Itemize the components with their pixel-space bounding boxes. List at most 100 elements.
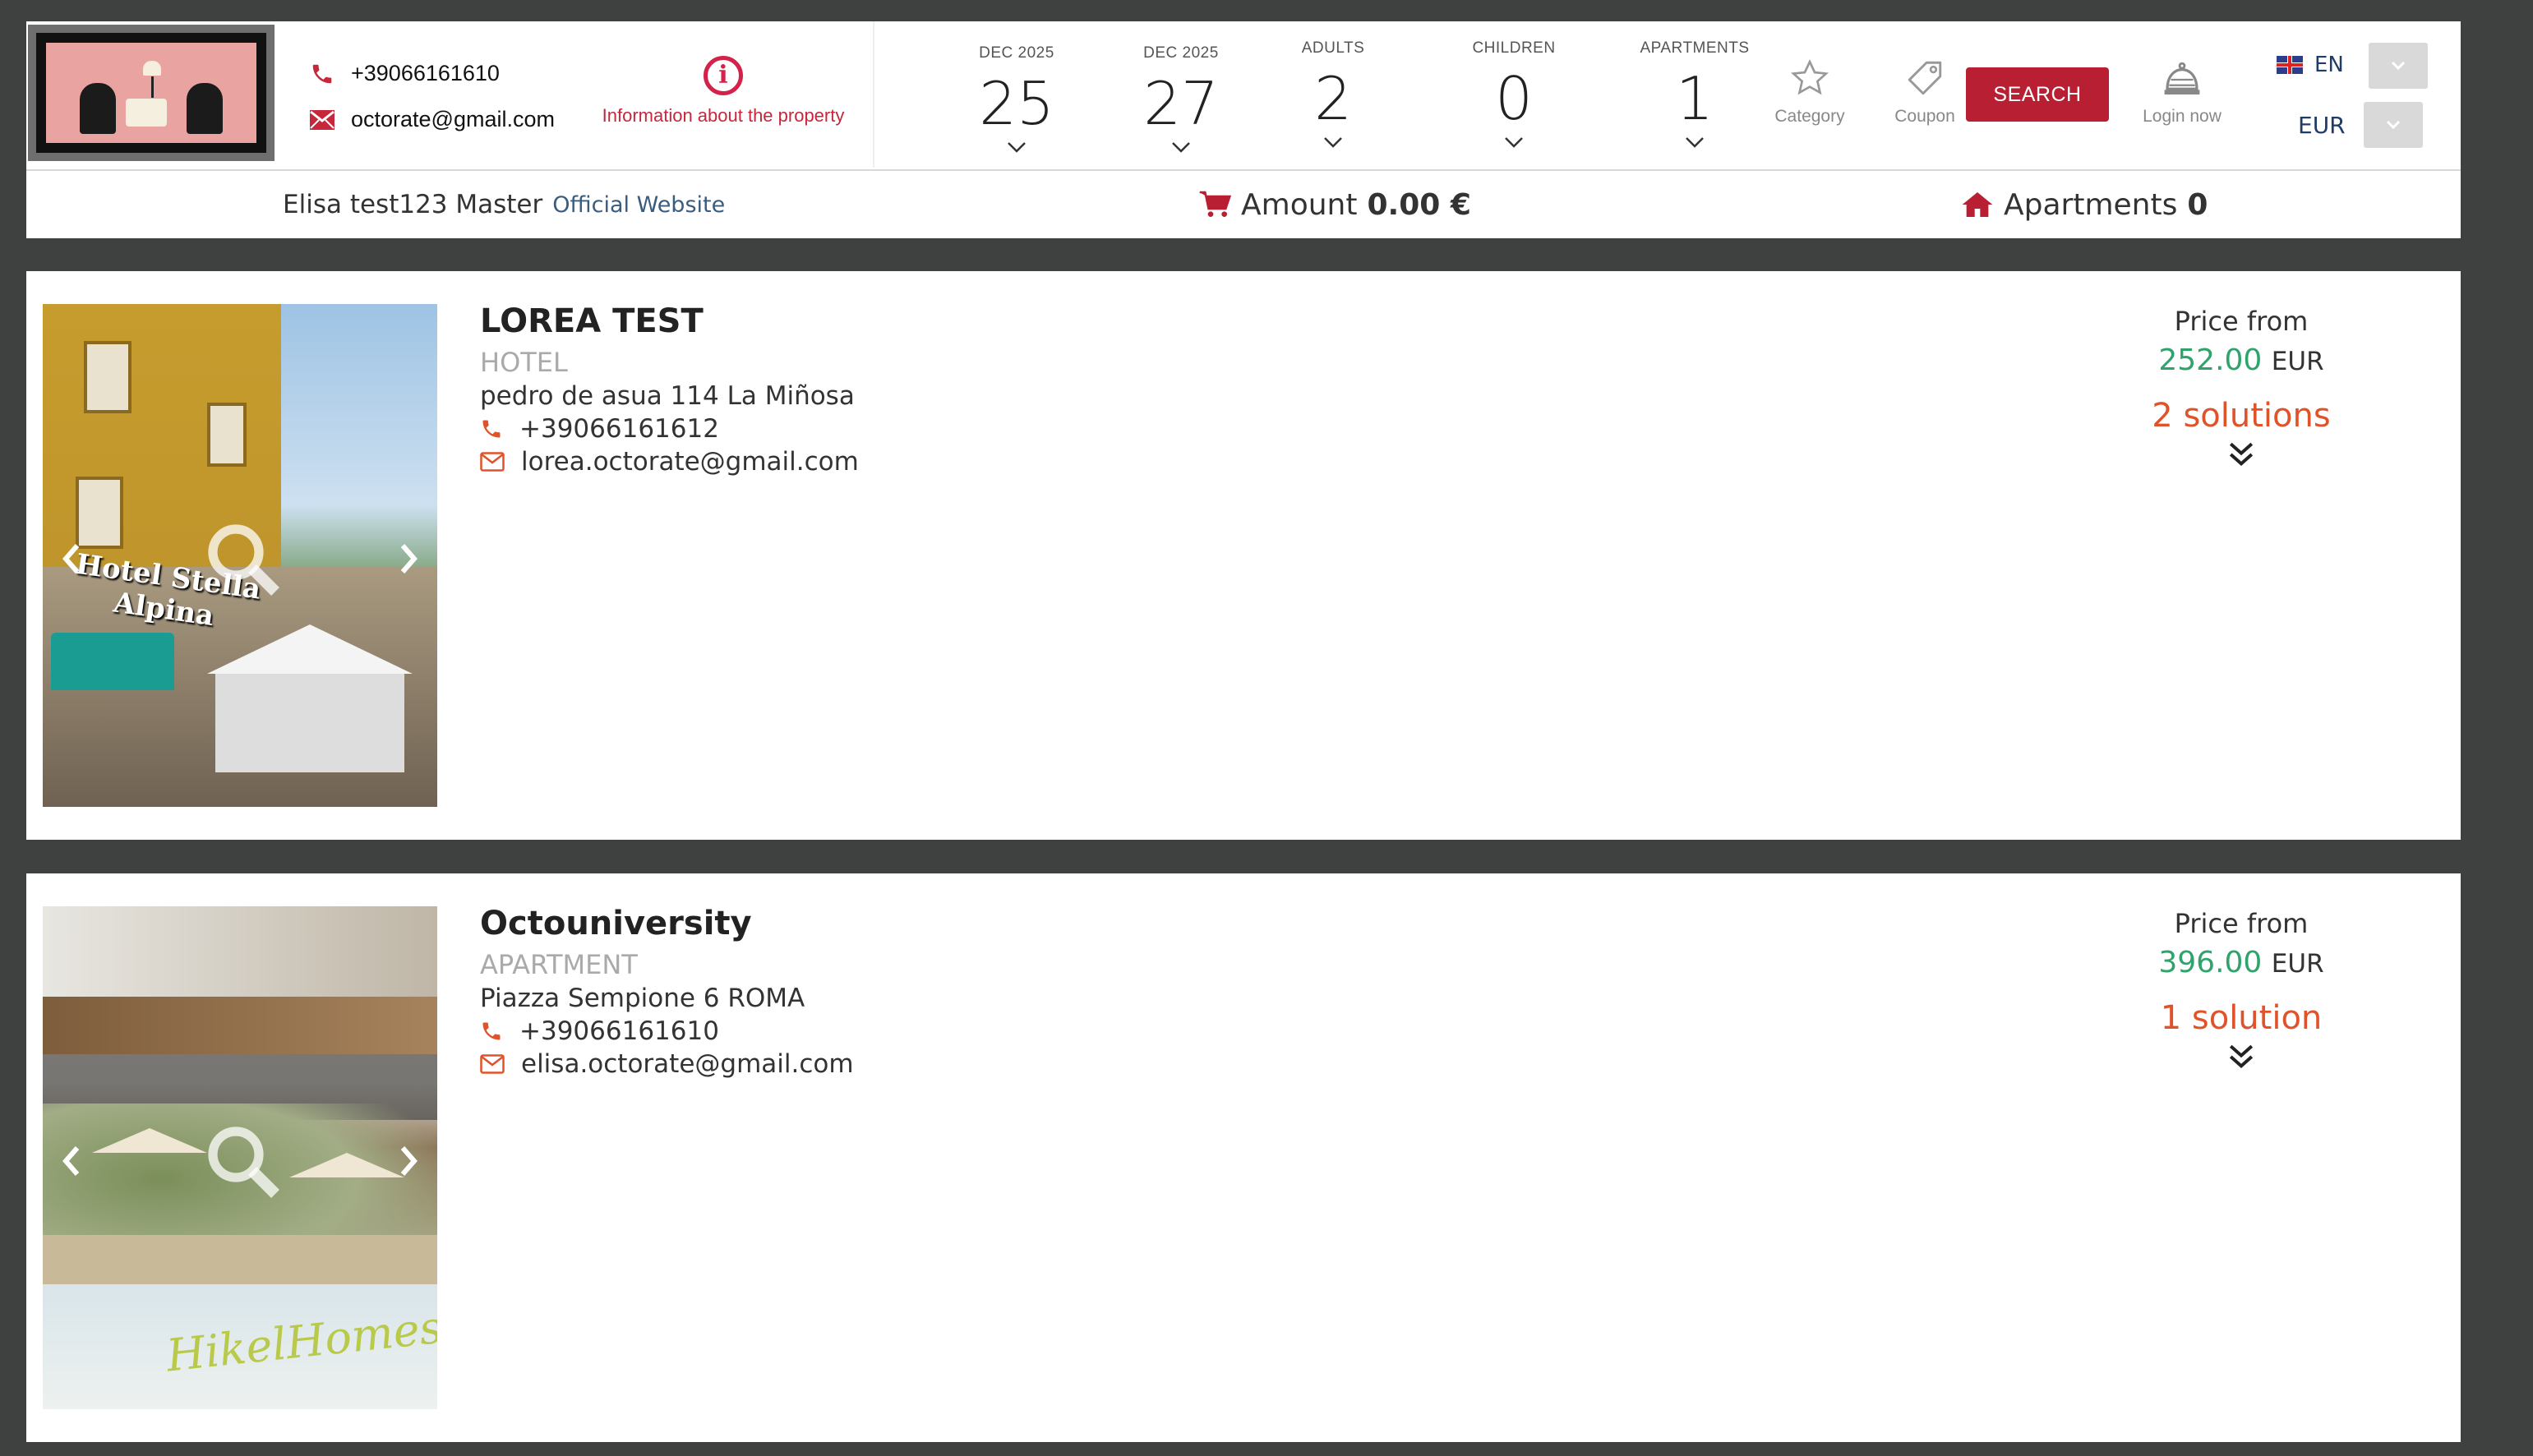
property-address: Piazza Sempione 6 ROMA [480, 984, 805, 1013]
category-label: Category [1774, 107, 1845, 126]
owner-name: Elisa test123 Master [283, 190, 543, 219]
property-phone[interactable]: +39066161610 [480, 1016, 719, 1046]
property-photo-carousel[interactable]: Hotel Stella Alpina [43, 304, 437, 807]
logo-lamp [142, 60, 161, 76]
property-name[interactable]: LOREA TEST [480, 302, 704, 340]
currency-dropdown[interactable] [2364, 102, 2423, 148]
header-divider [873, 21, 874, 168]
apartments-summary-value: 0 [2187, 187, 2208, 222]
booking-bar: +39066161610 octorate@gmail.com i Inform… [26, 21, 2461, 172]
children-field[interactable]: CHILDREN 0 [1448, 39, 1580, 148]
language-dropdown[interactable] [2369, 43, 2428, 89]
apartments-summary-label: Apartments [2004, 187, 2178, 222]
zoom-icon[interactable] [203, 1122, 282, 1200]
apartments-value: 1 [1676, 64, 1714, 133]
chevron-down-icon [1324, 137, 1342, 148]
property-address: pedro de asua 114 La Miñosa [480, 381, 855, 411]
property-email[interactable]: elisa.octorate@gmail.com [480, 1049, 854, 1079]
login-label: Login now [2143, 107, 2222, 126]
owner-info: Elisa test123 Master Official Website [283, 171, 725, 238]
phone-icon [482, 420, 501, 438]
summary-bar: Elisa test123 Master Official Website Am… [26, 171, 2461, 238]
photo-terrace [215, 674, 404, 772]
logo-frame [36, 33, 266, 153]
property-card: HikelHomes Octouniversity APARTMENT Piaz… [26, 873, 2461, 1442]
check-in-day: 25 [979, 69, 1054, 138]
logo-artwork [46, 43, 256, 143]
language-selector[interactable]: EN [2277, 53, 2344, 77]
property-logo[interactable] [28, 25, 275, 161]
chevron-down-icon [2386, 120, 2401, 130]
tag-icon [1908, 61, 1942, 95]
chevron-down-icon [1686, 137, 1704, 148]
carousel-next-icon[interactable] [396, 542, 421, 575]
check-out-label: CHECK OUT [1137, 23, 1225, 39]
check-out-month: DEC 2025 [1143, 44, 1219, 62]
property-phone[interactable]: +39066161612 [480, 414, 719, 444]
category-button[interactable]: Category [1760, 58, 1859, 127]
price-from-label: Price from [2174, 306, 2309, 337]
phone-icon [312, 64, 332, 83]
property-card: Hotel Stella Alpina LOREA TEST HOTEL ped… [26, 271, 2461, 840]
property-email-text: elisa.octorate@gmail.com [521, 1049, 854, 1079]
property-info-link[interactable]: i Information about the property [575, 56, 871, 127]
photo-awning [51, 633, 174, 690]
double-chevron-down-icon[interactable] [2227, 1044, 2255, 1070]
property-photo-carousel[interactable]: HikelHomes [43, 906, 437, 1409]
solutions-link[interactable]: 2 solutions [2089, 397, 2393, 435]
cart-amount[interactable]: Amount 0.00 € [1198, 171, 1471, 238]
zoom-icon[interactable] [203, 519, 282, 598]
logo-table [126, 99, 168, 127]
adults-field[interactable]: ADULTS 2 [1276, 39, 1391, 148]
price-box: Price from 252.00 EUR 2 solutions [2089, 306, 2393, 468]
carousel-next-icon[interactable] [396, 1145, 421, 1177]
photo-window [84, 341, 131, 413]
check-in-month: DEC 2025 [979, 44, 1054, 62]
carousel-prev-icon[interactable] [59, 1145, 84, 1177]
coupon-label: Coupon [1894, 107, 1955, 126]
reception-bell-icon [2164, 62, 2200, 94]
price-from-label: Price from [2174, 908, 2309, 939]
property-phone-text: +39066161612 [519, 414, 719, 444]
amount-label: Amount [1241, 187, 1358, 222]
apartments-field[interactable]: APARTMENTS 1 [1617, 39, 1773, 148]
currency-code[interactable]: EUR [2298, 112, 2346, 139]
header-phone-text: +39066161610 [351, 61, 500, 85]
check-in-field[interactable]: CHECK IN DEC 2025 25 [947, 23, 1087, 153]
children-value: 0 [1495, 64, 1533, 133]
star-icon [1791, 59, 1829, 95]
chevron-down-icon [1008, 142, 1026, 153]
photo-window [207, 403, 247, 467]
price-box: Price from 396.00 EUR 1 solution [2089, 908, 2393, 1070]
solutions-link[interactable]: 1 solution [2089, 999, 2393, 1037]
photo-wood-panel [43, 997, 437, 1054]
property-name[interactable]: Octouniversity [480, 905, 752, 942]
price-amount: 396.00 [2158, 946, 2263, 979]
check-in-caret [1010, 39, 1023, 46]
official-website-link[interactable]: Official Website [552, 192, 725, 218]
property-type: HOTEL [480, 347, 568, 378]
logo-lamp-pole [151, 76, 154, 99]
photo-building-top [43, 906, 437, 997]
property-type: APARTMENT [480, 949, 638, 980]
chevron-down-icon [1172, 142, 1190, 153]
property-email[interactable]: lorea.octorate@gmail.com [480, 447, 859, 477]
search-button[interactable]: SEARCH [1966, 67, 2109, 122]
check-out-caret [1174, 39, 1188, 46]
carousel-prev-icon[interactable] [59, 542, 84, 575]
phone-icon [482, 1022, 501, 1040]
check-in-label: CHECK IN [980, 23, 1053, 39]
header-email[interactable]: octorate@gmail.com [310, 107, 555, 132]
check-out-field[interactable]: CHECK OUT DEC 2025 27 [1111, 23, 1251, 153]
property-phone-text: +39066161610 [519, 1016, 719, 1046]
header-phone[interactable]: +39066161610 [310, 61, 500, 86]
double-chevron-down-icon[interactable] [2227, 441, 2255, 468]
photo-window [76, 477, 123, 549]
home-icon [1962, 192, 1993, 217]
children-label: CHILDREN [1472, 39, 1556, 57]
login-button[interactable]: Login now [2120, 58, 2244, 127]
coupon-button[interactable]: Coupon [1876, 58, 1974, 127]
envelope-icon [480, 1054, 505, 1074]
envelope-icon [310, 109, 335, 130]
apartments-count[interactable]: Apartments 0 [1961, 171, 2208, 238]
